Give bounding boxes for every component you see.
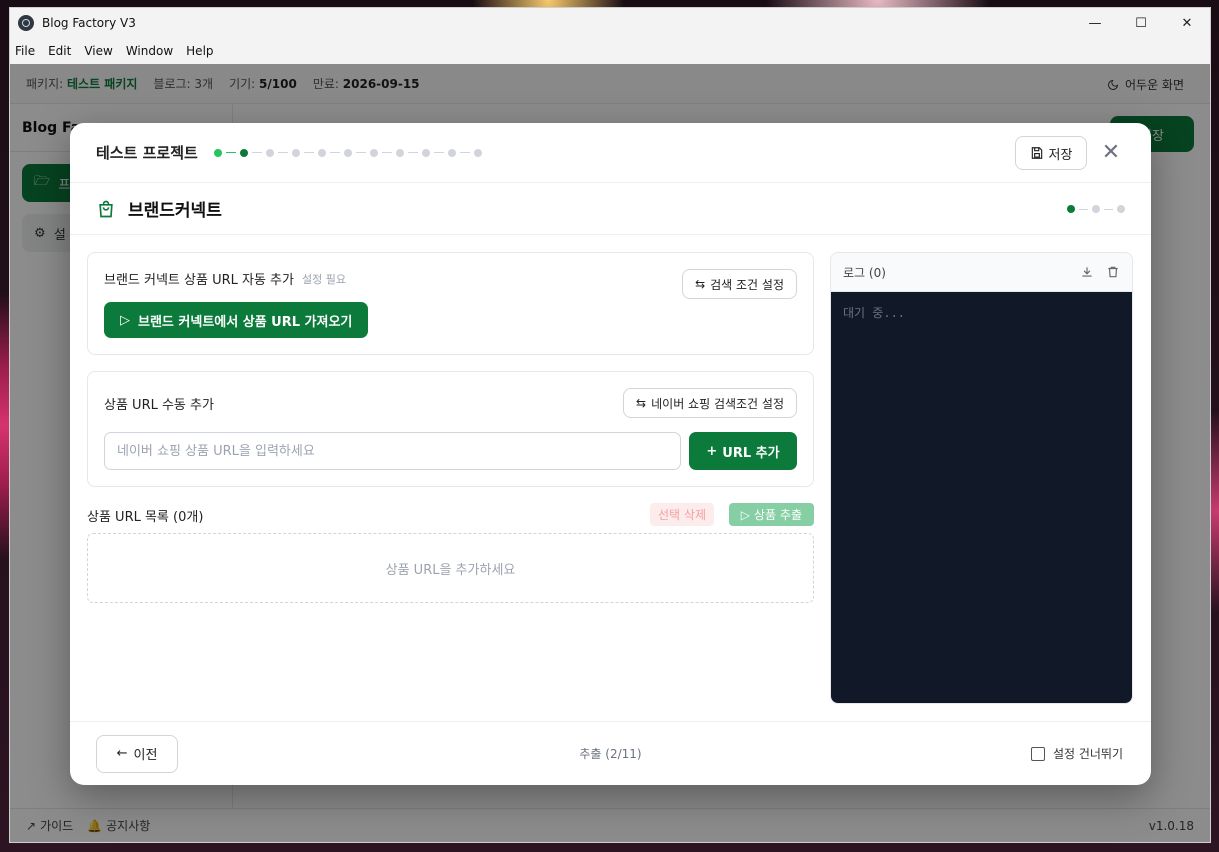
modal-title: 테스트 프로젝트 — [96, 144, 198, 162]
arrow-left-icon: ← — [116, 746, 128, 761]
manual-add-title: 상품 URL 수동 추가 — [104, 397, 214, 413]
save-label: 저장 — [1048, 147, 1073, 163]
step-dot — [343, 148, 352, 157]
sliders-icon: ⇆ — [636, 396, 647, 410]
title-bar: Blog Factory V3 — ☐ ✕ — [10, 8, 1210, 38]
section-title: 브랜드커넥트 — [128, 201, 222, 221]
step-dot — [421, 148, 430, 157]
plus-icon: + — [706, 443, 718, 459]
fetch-urls-button[interactable]: ▷ 브랜드 커넥트에서 상품 URL 가져오기 — [104, 302, 369, 338]
step-dot — [369, 148, 378, 157]
skip-settings-label: 설정 건너뛰기 — [1052, 747, 1123, 761]
window-controls: — ☐ ✕ — [1072, 8, 1210, 38]
minimize-icon[interactable]: — — [1072, 8, 1118, 38]
modal-footer: ← 이전 추출 (2/11) 설정 건너뛰기 — [70, 721, 1151, 785]
skip-settings-checkbox[interactable]: 설정 건너뛰기 — [1030, 745, 1123, 762]
wizard-progress — [213, 148, 482, 157]
log-title: 로그 (0) — [843, 265, 886, 280]
step-dot — [447, 148, 456, 157]
substep-dot — [1092, 205, 1100, 213]
delete-selected-button[interactable]: 선택 삭제 — [650, 503, 714, 526]
modal-body: 브랜드 커넥트 상품 URL 자동 추가 설정 필요 ⇆ 검색 조건 설정 ▷ … — [70, 235, 1151, 721]
download-icon[interactable] — [1080, 265, 1094, 279]
step-dot — [265, 148, 274, 157]
close-icon[interactable]: ✕ — [1101, 142, 1121, 164]
url-list-header: 상품 URL 목록 (0개) 선택 삭제 ▷ 상품 추출 — [87, 503, 814, 527]
section-header: 브랜드커넥트 — [70, 183, 1151, 235]
manual-add-card: 상품 URL 수동 추가 ⇆ 네이버 쇼핑 검색조건 설정 + URL 추가 — [87, 371, 814, 487]
log-header: 로그 (0) — [831, 253, 1132, 292]
menu-help[interactable]: Help — [186, 44, 213, 58]
checkbox[interactable] — [1030, 746, 1045, 761]
step-dot — [291, 148, 300, 157]
step-dot — [317, 148, 326, 157]
floppy-icon — [1031, 147, 1042, 159]
auto-add-card: 브랜드 커넥트 상품 URL 자동 추가 설정 필요 ⇆ 검색 조건 설정 ▷ … — [87, 252, 814, 355]
url-list-title: 상품 URL 목록 (0개) — [87, 509, 204, 525]
menu-bar: File Edit View Window Help — [10, 38, 1210, 64]
log-panel: 로그 (0) 대기 중... — [830, 252, 1133, 704]
url-list-empty-state: 상품 URL을 추가하세요 — [87, 533, 814, 603]
setup-required-hint: 설정 필요 — [301, 272, 346, 286]
app-window: Blog Factory V3 — ☐ ✕ File Edit View Win… — [9, 7, 1211, 843]
play-icon: ▷ — [740, 507, 751, 522]
step-dot — [239, 148, 248, 157]
step-dot — [395, 148, 404, 157]
maximize-icon[interactable]: ☐ — [1118, 8, 1164, 38]
search-condition-button[interactable]: ⇆ 검색 조건 설정 — [682, 269, 797, 299]
previous-button[interactable]: ← 이전 — [96, 734, 178, 773]
menu-view[interactable]: View — [84, 44, 112, 58]
substep-dot — [1067, 205, 1075, 213]
sliders-icon: ⇆ — [695, 277, 706, 291]
modal-header: 테스트 프로젝트 저장 ✕ — [70, 123, 1151, 183]
step-progress-label: 추출 (2/11) — [579, 747, 642, 761]
naver-search-condition-button[interactable]: ⇆ 네이버 쇼핑 검색조건 설정 — [623, 388, 797, 418]
save-button[interactable]: 저장 — [1015, 136, 1087, 170]
step-dot — [213, 148, 222, 157]
shopping-bag-icon — [99, 200, 113, 217]
log-output: 대기 중... — [831, 292, 1132, 703]
section-progress — [1067, 205, 1125, 213]
auto-add-title: 브랜드 커넥트 상품 URL 자동 추가 — [104, 273, 294, 288]
play-icon: ▷ — [120, 312, 130, 328]
menu-file[interactable]: File — [15, 44, 35, 58]
trash-icon[interactable] — [1106, 265, 1120, 279]
menu-edit[interactable]: Edit — [48, 44, 71, 58]
extract-products-button[interactable]: ▷ 상품 추출 — [728, 503, 814, 526]
app-icon — [18, 15, 34, 31]
window-title: Blog Factory V3 — [42, 16, 136, 30]
add-url-button[interactable]: + URL 추가 — [689, 432, 797, 470]
menu-window[interactable]: Window — [126, 44, 173, 58]
product-url-input[interactable] — [104, 432, 681, 470]
url-management: 브랜드 커넥트 상품 URL 자동 추가 설정 필요 ⇆ 검색 조건 설정 ▷ … — [87, 252, 814, 603]
step-dot — [473, 148, 482, 157]
substep-dot — [1117, 205, 1125, 213]
close-window-icon[interactable]: ✕ — [1164, 8, 1210, 38]
project-modal: 테스트 프로젝트 저장 ✕ 브랜드커넥트 브랜드 커넥트 상품 URL 자동 추… — [70, 123, 1151, 785]
